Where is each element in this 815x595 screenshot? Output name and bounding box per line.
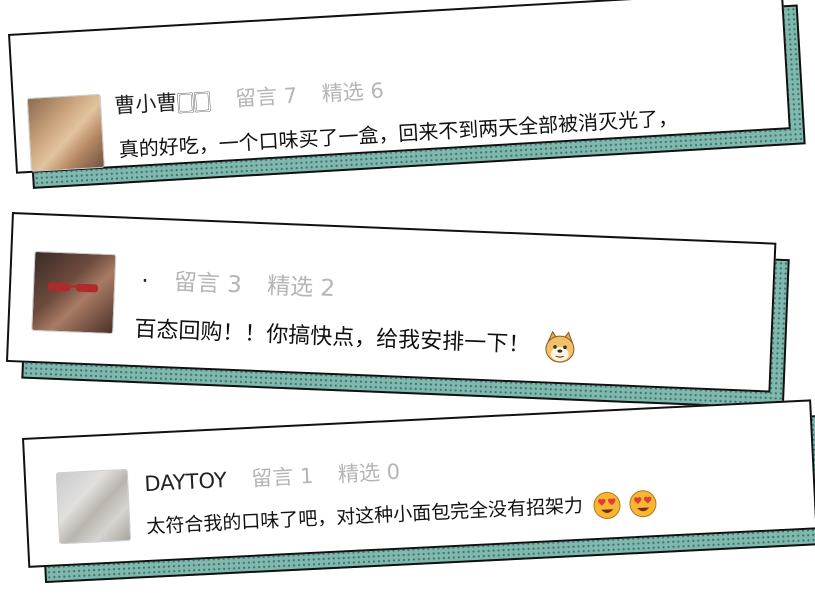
comment-card-1: 曹小曹🀆🀆 留言 7 精选 6 真的好吃，一个口味买了一盒，回来不到两天全部被消… xyxy=(8,0,806,189)
comment-count-label: 留言 xyxy=(173,269,221,298)
comment-count-stat: 留言 7 xyxy=(235,83,298,111)
comment-text-content: 太符合我的口味了吧，对这种小面包完全没有招架力 xyxy=(145,494,584,539)
comment-card-body: · 留言 3 精选 2 百态回购！！你搞快点，给我安排一下！ xyxy=(5,212,777,393)
featured-count-value: 2 xyxy=(319,275,336,303)
avatar[interactable] xyxy=(31,250,117,335)
featured-count-stat: 精选 6 xyxy=(321,78,384,106)
comment-count-stat: 留言 1 xyxy=(251,464,314,491)
comment-count-stat: 留言 3 xyxy=(173,270,242,299)
comment-text-content: 百态回购！！你搞快点，给我安排一下！ xyxy=(133,317,531,358)
comment-meta: · 留言 3 精选 2 xyxy=(141,261,336,303)
featured-count-value: 6 xyxy=(369,78,385,104)
comment-count-label: 留言 xyxy=(234,84,278,112)
featured-count-stat: 精选 0 xyxy=(337,460,400,487)
avatar-sunglasses-icon xyxy=(47,282,99,293)
featured-count-label: 精选 xyxy=(266,273,314,302)
comment-count-value: 3 xyxy=(226,271,243,299)
username[interactable]: · xyxy=(141,268,149,294)
comment-meta: DAYTOY 留言 1 精选 0 xyxy=(144,456,401,498)
heart-eyes-emoji-icon xyxy=(628,489,657,518)
avatar[interactable] xyxy=(55,468,132,545)
username[interactable]: 曹小曹🀆🀆 xyxy=(114,88,212,118)
comment-text: 太符合我的口味了吧，对这种小面包完全没有招架力 xyxy=(146,487,658,541)
featured-count-stat: 精选 2 xyxy=(267,273,336,302)
doge-emoji-icon xyxy=(542,329,577,364)
comment-meta: 曹小曹🀆🀆 留言 7 精选 6 xyxy=(113,74,385,119)
featured-count-label: 精选 xyxy=(321,79,365,107)
comment-count-value: 1 xyxy=(299,463,314,489)
username[interactable]: DAYTOY xyxy=(144,468,227,496)
heart-eyes-emoji-icon xyxy=(592,490,621,519)
comment-count-label: 留言 xyxy=(250,464,294,491)
comment-text: 百态回购！！你搞快点，给我安排一下！ xyxy=(134,311,578,365)
comment-count-value: 7 xyxy=(283,83,298,109)
comment-card-3: DAYTOY 留言 1 精选 0 太符合我的口味了吧，对这种小面包完全没有招架力 xyxy=(22,399,815,584)
comment-card-2: · 留言 3 精选 2 百态回购！！你搞快点，给我安排一下！ xyxy=(5,212,790,410)
featured-count-label: 精选 xyxy=(337,460,381,487)
featured-count-value: 0 xyxy=(386,459,401,485)
avatar[interactable] xyxy=(26,93,105,172)
